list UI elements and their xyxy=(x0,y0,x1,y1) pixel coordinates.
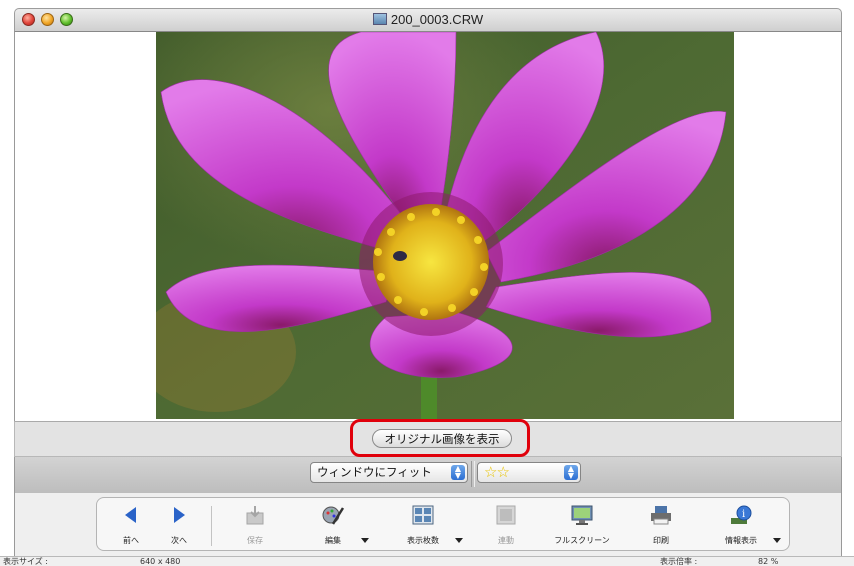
chevron-down-icon[interactable] xyxy=(361,538,369,543)
fit-to-window-select[interactable]: ウィンドウにフィット ▲ ▼ xyxy=(310,462,468,483)
zoom-label: 表示倍率 : xyxy=(660,557,698,566)
select-arrows-icon: ▲ ▼ xyxy=(451,465,465,480)
linked-button[interactable]: 連動 xyxy=(476,502,536,550)
edit-button[interactable]: 編集 xyxy=(303,502,369,550)
highlight-frame xyxy=(350,419,530,457)
fullscreen-label: フルスクリーン xyxy=(554,536,610,545)
display-size-value: 640 x 480 xyxy=(140,557,181,566)
edit-icon xyxy=(322,506,345,525)
info-label: 情報表示 xyxy=(725,536,757,545)
view-options-bar: ウィンドウにフィット ▲ ▼ ☆☆ ▲ ▼ xyxy=(14,457,842,493)
bottom-toolbar-band: 前へ 次へ 保存 編集 表示枚数 連動 フルスクリーン 印刷 i 情報表示 xyxy=(14,493,842,556)
rating-select[interactable]: ☆☆ ▲ ▼ xyxy=(477,462,581,483)
info-icon: i xyxy=(731,505,752,524)
display-count-icon xyxy=(412,505,434,525)
save-button[interactable]: 保存 xyxy=(225,502,285,550)
print-button[interactable]: 印刷 xyxy=(631,502,691,550)
edit-label: 編集 xyxy=(325,536,341,545)
window-title-bar: 200_0003.CRW xyxy=(14,8,842,32)
fullscreen-button[interactable]: フルスクリーン xyxy=(552,502,612,550)
divider xyxy=(471,461,475,487)
next-label: 次へ xyxy=(171,536,187,545)
file-thumbnail-icon xyxy=(372,13,387,25)
chevron-down-icon[interactable] xyxy=(773,538,781,543)
arrow-right-icon xyxy=(174,507,185,523)
linked-icon xyxy=(496,505,516,525)
chevron-down-icon[interactable] xyxy=(455,538,463,543)
display-count-label: 表示枚数 xyxy=(407,536,439,545)
zoom-value: 82 % xyxy=(758,557,779,566)
fit-to-window-select-label: ウィンドウにフィット xyxy=(317,465,432,479)
save-icon xyxy=(246,506,264,525)
arrow-left-icon xyxy=(125,507,136,523)
select-arrows-icon: ▲ ▼ xyxy=(564,465,578,480)
next-button[interactable]: 次へ xyxy=(149,502,209,550)
linked-label: 連動 xyxy=(498,536,514,545)
display-size-label: 表示サイズ : xyxy=(3,557,48,566)
monitor-icon xyxy=(571,505,593,525)
info-button[interactable]: i 情報表示 xyxy=(711,502,781,550)
svg-text:i: i xyxy=(742,509,745,520)
status-bar: 表示サイズ : 640 x 480 表示倍率 : 82 % xyxy=(0,556,854,566)
window-title: 200_0003.CRW xyxy=(390,12,484,27)
toolbar-divider xyxy=(211,506,212,546)
display-count-button[interactable]: 表示枚数 xyxy=(393,502,463,550)
printer-icon xyxy=(651,506,671,525)
rating-stars: ☆☆ xyxy=(484,463,510,481)
photo-preview xyxy=(156,32,734,419)
print-label: 印刷 xyxy=(653,536,669,545)
toolbar: 前へ 次へ 保存 編集 表示枚数 連動 フルスクリーン 印刷 i 情報表示 xyxy=(96,497,790,551)
image-viewer xyxy=(14,32,842,421)
save-label: 保存 xyxy=(247,536,263,545)
